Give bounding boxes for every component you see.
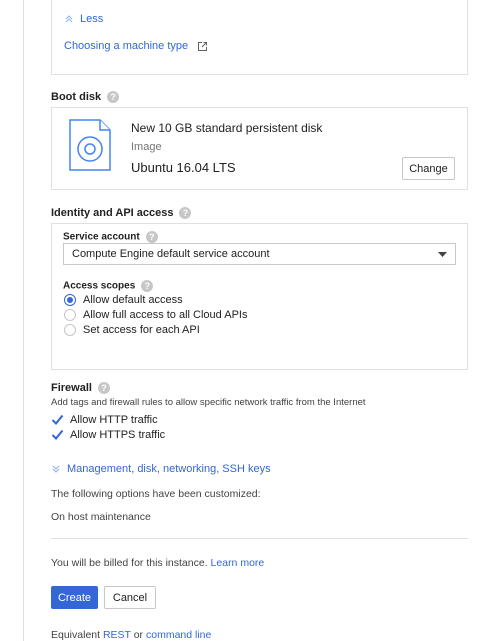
choosing-link-label: Choosing a machine type	[64, 40, 189, 52]
billing-note: You will be billed for this instance. Le…	[51, 557, 264, 569]
less-toggle[interactable]: Less	[64, 13, 103, 25]
billing-text: You will be billed for this instance.	[51, 557, 208, 569]
https-label: Allow HTTPS traffic	[70, 429, 166, 441]
create-button[interactable]: Create	[51, 586, 98, 609]
boot-disk-panel: New 10 GB standard persistent disk Image…	[51, 107, 468, 190]
access-scopes-label-text: Access scopes	[63, 280, 136, 292]
equivalent-prefix: Equivalent	[51, 629, 101, 641]
boot-disk-title-label: Boot disk	[51, 91, 102, 103]
https-checkbox[interactable]	[51, 428, 64, 441]
firewall-title: Firewall?	[51, 382, 110, 395]
http-label: Allow HTTP traffic	[70, 414, 158, 426]
help-icon[interactable]: ?	[179, 207, 192, 220]
divider	[51, 538, 468, 539]
customized-item: On host maintenance	[51, 511, 151, 523]
scope-radio-full[interactable]	[64, 309, 76, 321]
help-icon[interactable]: ?	[141, 280, 154, 292]
image-label: Image	[131, 141, 162, 153]
chevron-down-icon	[52, 465, 60, 473]
scope-label: Set access for each API	[83, 324, 200, 336]
external-link-icon	[198, 41, 208, 51]
management-link[interactable]: Management, disk, networking, SSH keys	[51, 463, 271, 475]
equivalent-or: or	[133, 629, 144, 641]
image-value: Ubuntu 16.04 LTS	[131, 160, 236, 175]
scope-label: Allow default access	[83, 294, 183, 306]
service-account-label-text: Service account	[63, 231, 140, 243]
disk-icon	[69, 119, 111, 171]
cancel-button[interactable]: Cancel	[104, 586, 156, 609]
choosing-machine-type-link[interactable]: Choosing a machine type	[64, 40, 208, 52]
disk-name: New 10 GB standard persistent disk	[131, 121, 323, 135]
http-checkbox[interactable]	[51, 413, 64, 426]
identity-panel: Service account? Compute Engine default …	[51, 223, 468, 370]
left-gutter	[0, 0, 24, 641]
boot-disk-title: Boot disk?	[51, 91, 120, 104]
scope-radio-default[interactable]	[64, 294, 76, 306]
dropdown-arrow-icon	[438, 252, 447, 257]
help-icon[interactable]: ?	[145, 231, 158, 243]
access-scopes-label: Access scopes?	[63, 280, 154, 292]
management-link-label: Management, disk, networking, SSH keys	[67, 463, 271, 475]
scope-radio-each[interactable]	[64, 324, 76, 336]
learn-more-link[interactable]: Learn more	[211, 557, 265, 569]
identity-title: Identity and API access?	[51, 207, 192, 220]
chevron-up-icon	[65, 15, 73, 23]
identity-title-label: Identity and API access	[51, 207, 174, 219]
help-icon[interactable]: ?	[107, 91, 120, 104]
less-label: Less	[80, 13, 104, 25]
command-line-link[interactable]: command line	[146, 629, 211, 641]
help-icon[interactable]: ?	[97, 382, 110, 395]
firewall-description: Add tags and firewall rules to allow spe…	[51, 397, 366, 408]
rest-link[interactable]: REST	[103, 629, 131, 641]
scope-label: Allow full access to all Cloud APIs	[83, 309, 248, 321]
service-account-select[interactable]: Compute Engine default service account	[63, 243, 456, 265]
firewall-title-label: Firewall	[51, 382, 92, 394]
machine-type-panel: Less Choosing a machine type	[51, 0, 468, 75]
service-account-label: Service account?	[63, 231, 158, 243]
service-account-value: Compute Engine default service account	[72, 248, 270, 260]
equivalent-line: Equivalent REST or command line	[51, 629, 211, 641]
change-button[interactable]: Change	[402, 157, 455, 180]
customized-note: The following options have been customiz…	[51, 488, 261, 500]
